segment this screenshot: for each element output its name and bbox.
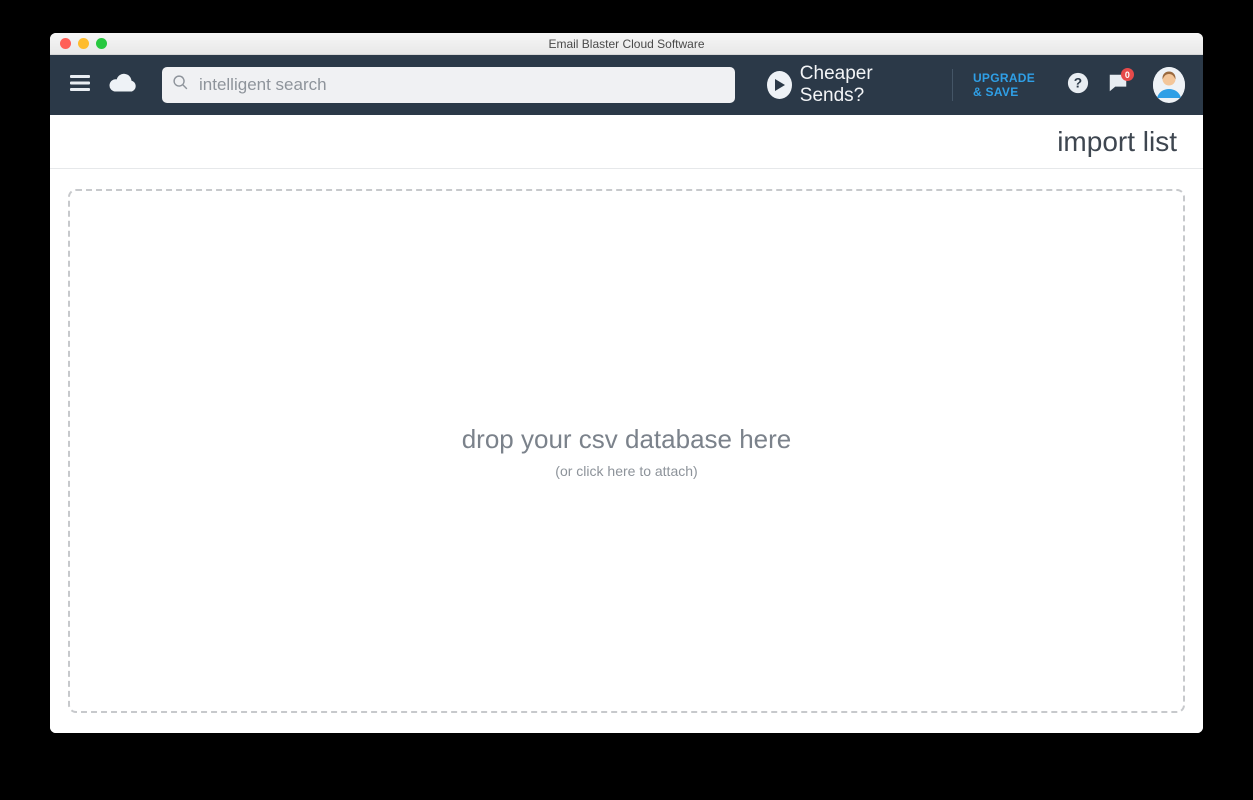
minimize-window-button[interactable] <box>78 38 89 49</box>
app-logo[interactable] <box>108 70 138 100</box>
search-field[interactable] <box>162 67 735 103</box>
play-icon <box>767 71 792 99</box>
search-input[interactable] <box>199 75 725 95</box>
avatar-icon <box>1153 67 1185 103</box>
cloud-icon <box>108 72 138 99</box>
upgrade-line1: UPGRADE <box>973 71 1035 85</box>
menu-button[interactable] <box>68 72 92 98</box>
titlebar: Email Blaster Cloud Software <box>50 33 1203 55</box>
maximize-window-button[interactable] <box>96 38 107 49</box>
window-controls <box>60 38 107 49</box>
upgrade-link[interactable]: UPGRADE & SAVE <box>973 71 1035 100</box>
divider <box>952 69 953 101</box>
dropzone-secondary-text: (or click here to attach) <box>555 463 697 479</box>
svg-text:?: ? <box>1073 75 1081 90</box>
help-button[interactable]: ? <box>1065 71 1090 99</box>
notifications-button[interactable]: 0 <box>1106 71 1131 99</box>
help-icon: ? <box>1067 72 1089 99</box>
notification-badge: 0 <box>1121 68 1134 81</box>
csv-dropzone[interactable]: drop your csv database here (or click he… <box>68 189 1185 713</box>
cheaper-sends-button[interactable]: Cheaper Sends? <box>767 63 926 107</box>
upgrade-line2: & SAVE <box>973 85 1035 99</box>
close-window-button[interactable] <box>60 38 71 49</box>
dropzone-primary-text: drop your csv database here <box>462 424 792 455</box>
topbar: Cheaper Sends? UPGRADE & SAVE ? 0 <box>50 55 1203 115</box>
app-window: Email Blaster Cloud Software Cheaper Sen… <box>50 33 1203 733</box>
cheaper-sends-label: Cheaper Sends? <box>800 63 926 107</box>
page-title: import list <box>1057 126 1177 158</box>
search-icon <box>172 74 189 96</box>
main-content: drop your csv database here (or click he… <box>50 169 1203 733</box>
hamburger-icon <box>68 71 92 100</box>
page-subheader: import list <box>50 115 1203 169</box>
profile-avatar[interactable] <box>1153 67 1185 103</box>
window-title: Email Blaster Cloud Software <box>50 37 1203 51</box>
